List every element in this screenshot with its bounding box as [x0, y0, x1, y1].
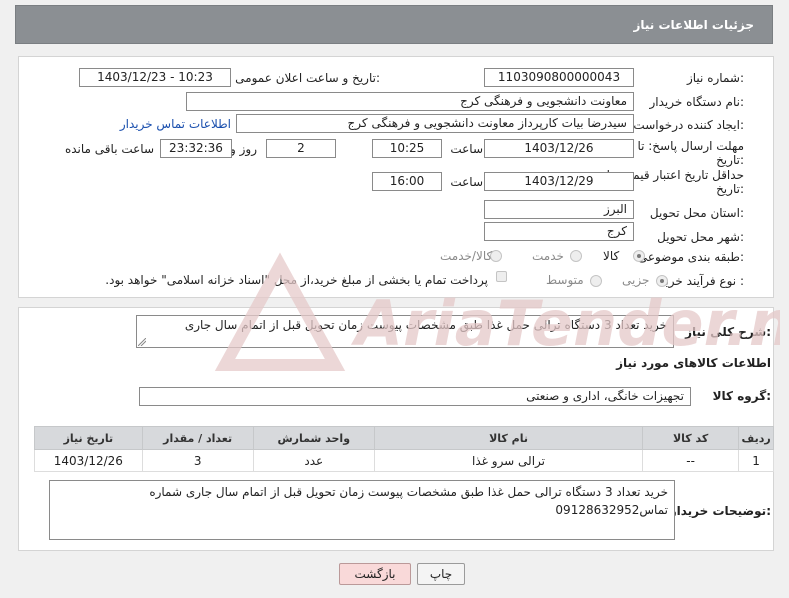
need-number-field: 1103090800000043 — [484, 68, 634, 87]
column-header-item-code: کد کالا — [642, 426, 740, 450]
treasury-payment-checkbox[interactable] — [496, 271, 507, 282]
announce-datetime-field: 1403/12/23 - 10:23 — [79, 68, 231, 87]
deadline-time-field: 10:25 — [372, 139, 442, 158]
category-option-goods: کالا — [603, 249, 620, 263]
need-number-label: شماره نیاز: — [686, 71, 744, 85]
table-row: 1 -- ترالی سرو غذا عدد 3 1403/12/26 — [34, 449, 774, 472]
column-header-unit: واحد شمارش — [252, 426, 375, 450]
description-label: شرح کلی نیاز: — [685, 325, 771, 339]
cell-item-name: ترالی سرو غذا — [373, 449, 644, 472]
creator-field: سیدرضا بیات کارپرداز معاونت دانشجویی و ف… — [236, 114, 634, 133]
page-header: جزئیات اطلاعات نیاز — [15, 5, 773, 44]
cell-item-code: -- — [642, 449, 740, 472]
deadline-label-line1: مهلت ارسال پاسخ: تا — [637, 139, 744, 153]
time-remaining-field: 23:32:36 — [160, 139, 232, 158]
deadline-date-field: 1403/12/26 — [484, 139, 634, 158]
goods-group-field: تجهیزات خانگی، اداری و صنعتی — [139, 387, 691, 406]
city-label: شهر محل تحویل: — [657, 230, 744, 244]
category-label: طبقه بندی موضوعی: — [637, 250, 744, 264]
process-type-label: نوع فرآیند خرید : — [659, 274, 744, 288]
cell-row-number: 1 — [738, 449, 774, 472]
process-radio-minor[interactable] — [656, 275, 668, 287]
column-header-row-number: ردیف — [738, 426, 774, 450]
description-field: خرید تعداد 3 دستگاه ترالی حمل غذا طبق مش… — [136, 315, 674, 348]
validity-label-line2: تاریخ: — [716, 182, 744, 196]
cell-quantity: 3 — [141, 449, 254, 472]
goods-group-label: گروه کالا: — [712, 389, 771, 403]
buyer-org-label: نام دستگاه خریدار: — [649, 95, 745, 109]
process-option-minor: جزیی — [622, 273, 650, 287]
validity-date-field: 1403/12/29 — [484, 172, 634, 191]
buyer-contact-link[interactable]: اطلاعات تماس خریدار — [120, 117, 231, 131]
process-radio-medium[interactable] — [590, 275, 602, 287]
treasury-payment-text: پرداخت تمام یا بخشی از مبلغ خرید،از محل … — [105, 273, 488, 287]
deadline-label-line2: تاریخ: — [716, 153, 744, 167]
category-radio-goods[interactable] — [633, 250, 645, 262]
city-field: کرج — [484, 222, 634, 241]
print-button[interactable]: چاپ — [417, 563, 465, 585]
cell-need-date: 1403/12/26 — [34, 449, 143, 472]
category-option-goods-service: کالا/خدمت — [440, 249, 493, 263]
province-label: استان محل تحویل: — [649, 206, 744, 220]
column-header-need-date: تاریخ نیاز — [34, 426, 143, 450]
creator-label: ایجاد کننده درخواست: — [633, 118, 744, 132]
buyer-org-field: معاونت دانشجویی و فرهنگی کرج — [186, 92, 634, 111]
validity-time-label: ساعت — [450, 175, 483, 189]
category-option-service: خدمت — [532, 249, 564, 263]
days-remaining-field: 2 — [266, 139, 336, 158]
goods-info-title: اطلاعات کالاهای مورد نیاز — [616, 356, 771, 370]
deadline-time-label: ساعت — [450, 142, 483, 156]
category-radio-service[interactable] — [570, 250, 582, 262]
time-remaining-label: ساعت باقی مانده — [64, 142, 154, 156]
column-header-item-name: نام کالا — [373, 426, 644, 450]
province-field: البرز — [484, 200, 634, 219]
column-header-quantity: تعداد / مقدار — [141, 426, 254, 450]
description-resize-handle-icon[interactable] — [138, 338, 146, 346]
days-label: روز و — [230, 142, 257, 156]
cell-unit: عدد — [252, 449, 375, 472]
goods-table: ردیف کد کالا نام کالا واحد شمارش تعداد /… — [34, 426, 774, 472]
process-option-medium: متوسط — [546, 273, 584, 287]
back-button[interactable]: بازگشت — [339, 563, 411, 585]
goods-table-header-row: ردیف کد کالا نام کالا واحد شمارش تعداد /… — [34, 426, 774, 450]
page-title: جزئیات اطلاعات نیاز — [633, 18, 754, 32]
validity-time-field: 16:00 — [372, 172, 442, 191]
buyer-notes-field: خرید تعداد 3 دستگاه ترالی حمل غذا طبق مش… — [49, 480, 675, 540]
buyer-notes-label: توضیحات خریدار: — [669, 504, 771, 518]
announce-label: تاریخ و ساعت اعلان عمومی: — [235, 71, 380, 85]
